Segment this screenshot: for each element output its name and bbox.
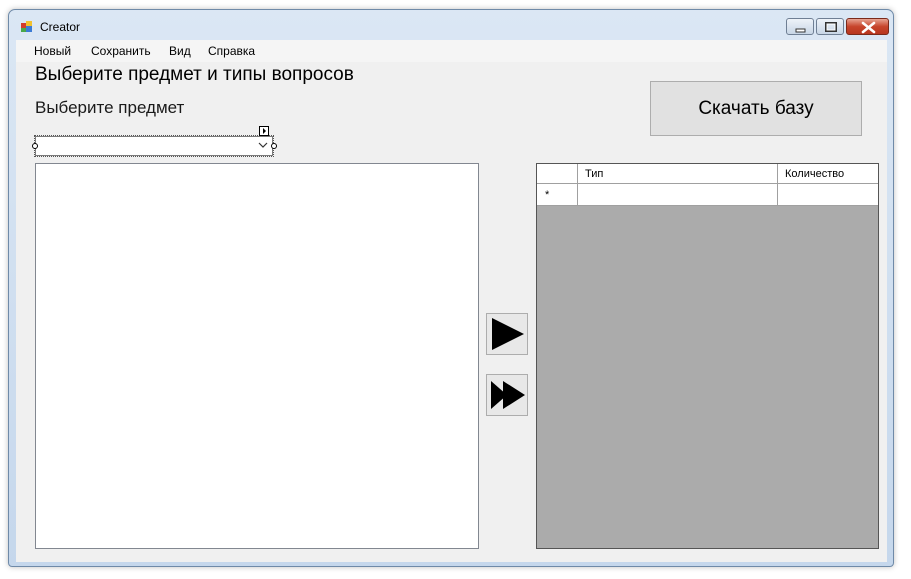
resize-handle-left[interactable]: [32, 143, 38, 149]
add-type-button[interactable]: [486, 313, 528, 355]
column-header-type-label: Тип: [585, 168, 604, 180]
close-icon: [861, 21, 876, 34]
cell-type-new[interactable]: [578, 184, 778, 205]
subject-combobox[interactable]: [35, 136, 273, 156]
close-button[interactable]: [846, 18, 889, 35]
grid-new-row: *: [537, 184, 878, 206]
subjects-listbox[interactable]: [35, 163, 479, 549]
menu-view[interactable]: Вид: [169, 44, 191, 58]
row-header-new[interactable]: *: [537, 184, 578, 205]
form-heading: Выберите предмет и типы вопросов: [35, 64, 354, 85]
question-types-grid[interactable]: Тип Количество *: [536, 163, 879, 549]
cell-count-new[interactable]: [778, 184, 878, 205]
grid-header-row: Тип Количество: [537, 164, 878, 184]
maximize-icon: [825, 22, 837, 32]
subject-label: Выберите предмет: [35, 98, 185, 117]
menu-bar: Новый Сохранить Вид Справка: [16, 40, 887, 62]
title-bar[interactable]: Creator: [9, 10, 893, 40]
column-header-type[interactable]: Тип: [578, 164, 778, 183]
app-icon: [21, 21, 32, 32]
play-arrow-icon: [492, 318, 524, 350]
add-all-types-button[interactable]: [486, 374, 528, 416]
maximize-button[interactable]: [816, 18, 844, 35]
new-row-marker: *: [545, 189, 550, 201]
window-title: Creator: [40, 20, 81, 34]
column-header-count[interactable]: Количество: [778, 164, 878, 183]
minimize-icon: [795, 28, 806, 33]
chevron-down-icon[interactable]: [258, 140, 268, 150]
grid-corner-header[interactable]: [537, 164, 578, 183]
app-window: Creator Новый Сохранить Вид Справка Выбе…: [8, 9, 894, 567]
column-header-count-label: Количество: [785, 168, 845, 180]
menu-new[interactable]: Новый: [34, 44, 71, 58]
download-database-button[interactable]: Скачать базу: [650, 81, 862, 136]
menu-save[interactable]: Сохранить: [91, 44, 151, 58]
menu-help[interactable]: Справка: [208, 44, 255, 58]
fast-forward-icon: [491, 381, 525, 409]
client-area: Новый Сохранить Вид Справка Выберите пре…: [16, 40, 887, 562]
smart-tag-glyph[interactable]: [259, 126, 269, 136]
minimize-button[interactable]: [786, 18, 814, 35]
resize-handle-right[interactable]: [271, 143, 277, 149]
smart-tag-arrow-icon: [263, 128, 266, 134]
